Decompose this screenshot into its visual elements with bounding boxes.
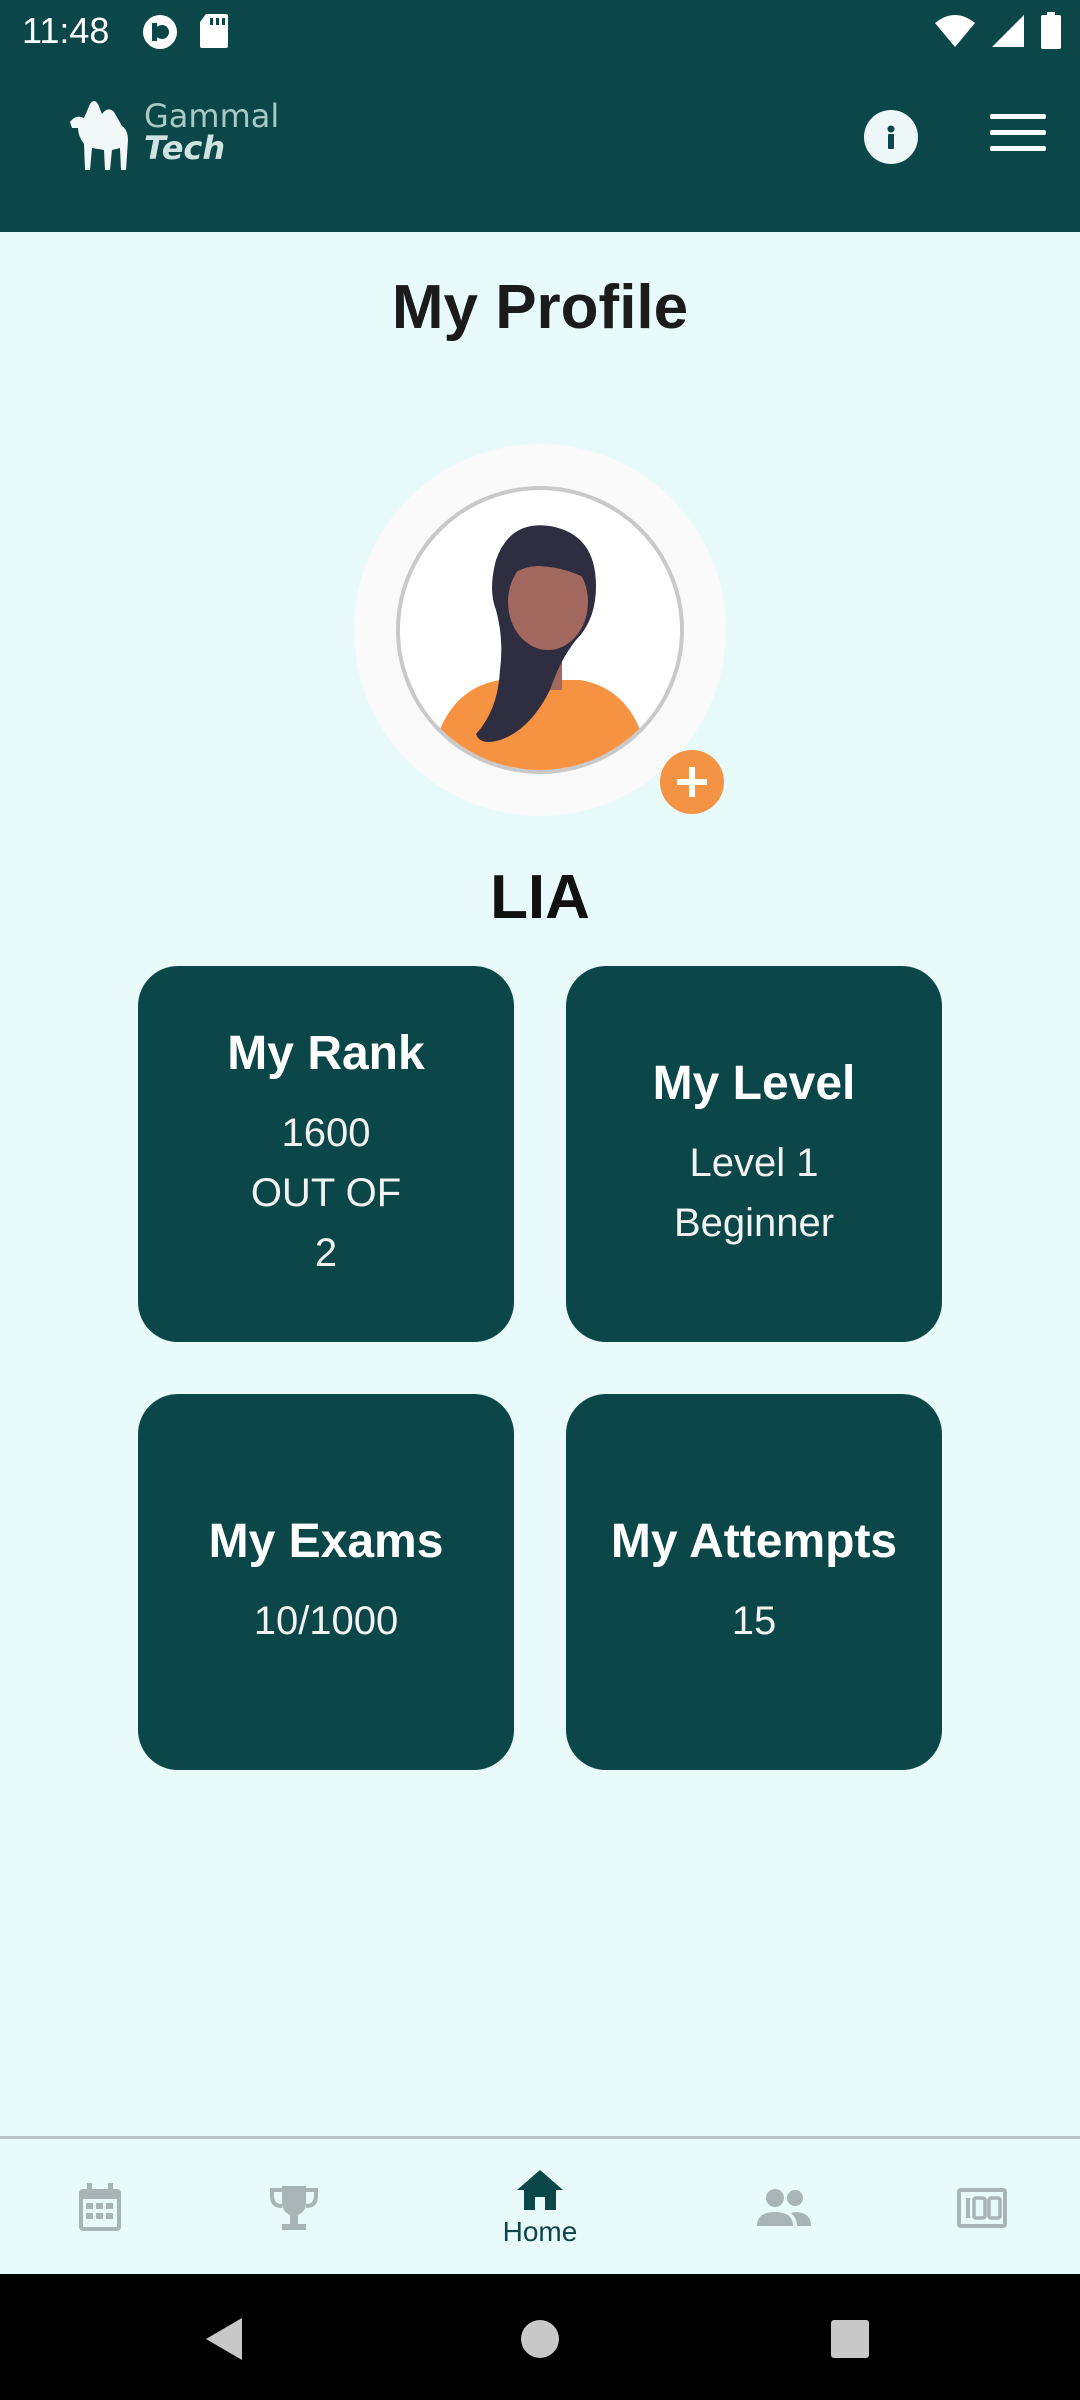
plus-icon [677, 767, 707, 797]
gammal-tech-logo: Gammal Tech [66, 92, 279, 172]
bottom-navigation: Home [0, 2136, 1080, 2274]
home-circle-icon[interactable] [520, 2319, 560, 2359]
status-left-icons [140, 12, 230, 52]
attempts-card-title: My Attempts [610, 1514, 898, 1568]
level-card-title: My Level [652, 1056, 856, 1110]
rank-card[interactable]: My Rank 1600 OUT OF 2 [138, 966, 514, 1342]
exams-card[interactable]: My Exams 10/1000 [138, 1394, 514, 1770]
rank-value: 1600 [281, 1110, 371, 1155]
info-button[interactable] [864, 110, 918, 164]
nav-label-home: Home [502, 2216, 578, 2247]
user-name: LIA [490, 863, 590, 932]
avatar-image [396, 486, 684, 774]
sd-card-icon [200, 14, 228, 48]
nav-item-people[interactable] [744, 2139, 824, 2277]
add-photo-button[interactable] [660, 750, 724, 814]
people-icon [757, 2189, 811, 2226]
status-time: 11:48 [22, 10, 110, 51]
hamburger-menu-icon[interactable] [990, 114, 1046, 160]
attempts-card[interactable]: My Attempts 15 [566, 1394, 942, 1770]
rank-total: 2 [314, 1230, 338, 1275]
home-icon [517, 2170, 563, 2210]
page-title: My Profile [391, 273, 689, 342]
wifi-icon [935, 15, 975, 47]
system-navigation-bar [0, 2274, 1080, 2400]
nav-item-calendar[interactable] [60, 2139, 140, 2277]
rank-out-of: OUT OF [250, 1170, 402, 1215]
exams-value: 10/1000 [253, 1598, 399, 1643]
nav-item-score[interactable] [942, 2139, 1022, 2277]
battery-icon [1041, 12, 1061, 49]
recents-square-icon[interactable] [830, 2319, 870, 2359]
trophy-icon [270, 2186, 318, 2230]
pocket-casts-icon [143, 15, 177, 49]
nav-item-home[interactable]: Home [480, 2139, 600, 2277]
attempts-value: 15 [731, 1598, 777, 1643]
level-label: Beginner [673, 1200, 835, 1245]
back-icon[interactable] [204, 2316, 244, 2362]
app-bar: Gammal Tech [0, 62, 1080, 232]
score-100-icon [957, 2188, 1007, 2228]
rank-card-title: My Rank [227, 1026, 425, 1080]
status-right-icons [934, 12, 1062, 50]
calendar-icon [79, 2183, 121, 2231]
level-value: Level 1 [689, 1140, 819, 1185]
logo-text-tech: Tech [144, 129, 226, 167]
logo-text-gammal: Gammal [144, 97, 280, 135]
level-card[interactable]: My Level Level 1 Beginner [566, 966, 942, 1342]
status-bar: 11:48 [0, 0, 1080, 62]
camel-logo-icon [70, 101, 128, 170]
cell-signal-icon [992, 15, 1024, 47]
nav-item-trophy[interactable] [254, 2139, 334, 2277]
info-icon [887, 125, 895, 149]
exams-card-title: My Exams [208, 1514, 444, 1568]
person-avatar-icon [430, 525, 650, 770]
